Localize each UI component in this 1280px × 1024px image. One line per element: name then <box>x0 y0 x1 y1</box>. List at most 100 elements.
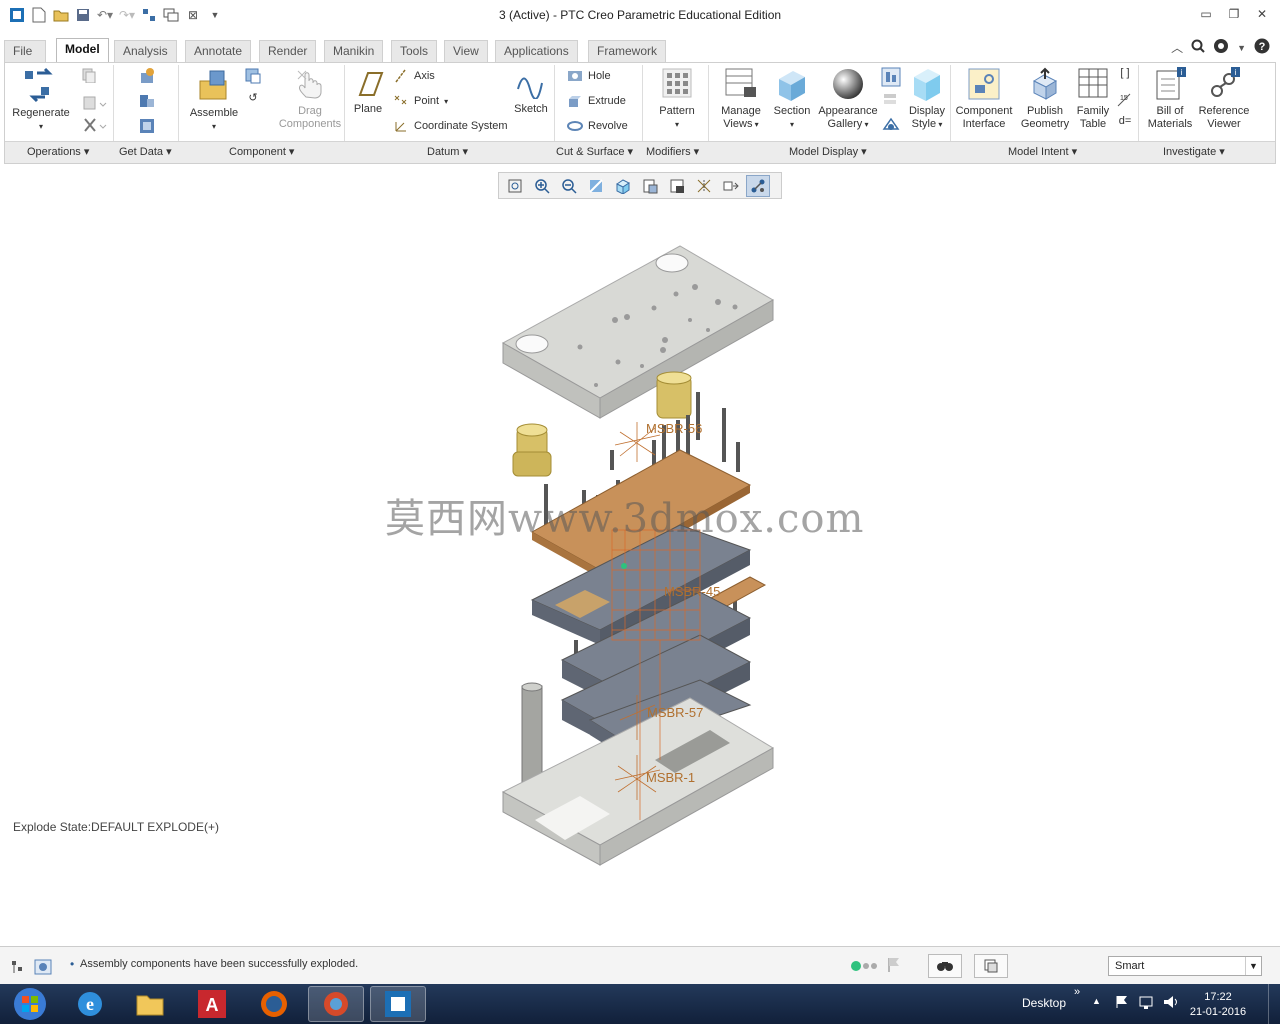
toolbar-expand-icon[interactable]: » <box>1074 986 1080 998</box>
close-icon[interactable]: ✕ <box>1254 6 1270 22</box>
publish-geometry-button[interactable]: Publish Geometry <box>1015 67 1075 131</box>
group-model-display[interactable]: Model Display ▾ <box>789 145 867 158</box>
creo-session-icon[interactable] <box>308 986 364 1022</box>
explode-view-icon[interactable] <box>746 174 770 197</box>
tab-render[interactable]: Render <box>259 40 317 62</box>
tab-tools[interactable]: Tools <box>391 40 438 62</box>
group-datum[interactable]: Datum ▾ <box>427 145 468 158</box>
saved-orientations-icon[interactable] <box>879 67 903 91</box>
regenerate-button[interactable]: Regenerate ▾ <box>9 67 73 133</box>
zoom-out-icon[interactable] <box>557 175 581 197</box>
plane-button[interactable]: Plane <box>349 69 387 116</box>
tab-framework[interactable]: Framework <box>588 40 667 62</box>
regeneration-status-icon[interactable] <box>850 960 878 975</box>
hole-button[interactable]: Hole <box>567 69 611 83</box>
internet-explorer-icon[interactable]: e <box>62 986 118 1022</box>
revolve-button[interactable]: Revolve <box>567 119 628 133</box>
desktop-toolbar-label[interactable]: Desktop <box>1022 996 1066 1010</box>
saved-orientations-toolbar-icon[interactable] <box>638 175 662 197</box>
tab-file[interactable]: File ▾ <box>4 40 46 79</box>
tab-manikin[interactable]: Manikin <box>324 40 384 62</box>
shrinkwrap-icon[interactable] <box>135 117 159 139</box>
repaint-icon[interactable] <box>584 175 608 197</box>
paste-icon[interactable] <box>77 95 113 115</box>
display-style-toolbar-icon[interactable] <box>611 175 635 197</box>
selection-filter-icon[interactable] <box>974 954 1008 978</box>
drag-components-button[interactable]: Drag Components <box>271 67 349 131</box>
copy-geometry-icon[interactable] <box>135 92 159 114</box>
extrude-button[interactable]: Extrude <box>567 94 626 108</box>
group-get-data[interactable]: Get Data ▾ <box>119 145 172 158</box>
top-die-plate[interactable] <box>501 245 775 419</box>
zoom-in-icon[interactable] <box>530 175 554 197</box>
firefox-icon[interactable] <box>246 986 302 1022</box>
reference-viewer-button[interactable]: i Reference Viewer <box>1193 67 1255 131</box>
coordinate-system-button[interactable]: Coordinate System <box>393 119 508 133</box>
group-component[interactable]: Component ▾ <box>229 145 294 158</box>
model-tree-toggle-icon[interactable] <box>10 959 26 978</box>
display-style-button[interactable]: Display Style ▾ <box>901 67 953 131</box>
minimize-icon[interactable]: ▭ <box>1198 6 1214 22</box>
refit-icon[interactable] <box>503 175 527 197</box>
creo-parametric-icon[interactable] <box>370 986 426 1022</box>
assemble-button[interactable]: Assemble ▾ <box>183 67 245 133</box>
chevron-up-icon[interactable]: ︿ <box>1171 39 1183 56</box>
tab-applications[interactable]: Applications <box>495 40 578 62</box>
component-interface-button[interactable]: Component Interface <box>953 67 1015 131</box>
file-explorer-icon[interactable] <box>122 986 178 1022</box>
community-icon[interactable] <box>1213 38 1229 57</box>
group-cut-surface[interactable]: Cut & Surface ▾ <box>556 145 633 158</box>
annotation-display-icon[interactable] <box>719 175 743 197</box>
start-button[interactable] <box>2 986 58 1022</box>
parameters-icon[interactable]: [ ] <box>1113 67 1137 80</box>
find-icon[interactable] <box>928 954 962 978</box>
bill-of-materials-button[interactable]: i Bill of Materials <box>1141 67 1199 131</box>
switch-dimensions-icon[interactable]: 15 <box>1113 92 1137 112</box>
action-center-icon[interactable] <box>1114 994 1130 1013</box>
tab-annotate[interactable]: Annotate <box>185 40 252 62</box>
layers-icon[interactable] <box>879 92 903 112</box>
sketch-button[interactable]: Sketch <box>509 69 553 116</box>
appearance-gallery-button[interactable]: Appearance Gallery ▾ <box>813 67 883 131</box>
view-manager-icon[interactable] <box>665 175 689 197</box>
autocad-icon[interactable]: A <box>184 986 240 1022</box>
search-icon[interactable] <box>1191 39 1205 56</box>
axis-button[interactable]: Axis <box>393 69 435 83</box>
create-component-icon[interactable] <box>241 67 265 89</box>
browser-toggle-icon[interactable] <box>34 959 52 978</box>
show-desktop-button[interactable] <box>1268 984 1280 1024</box>
group-modifiers[interactable]: Modifiers ▾ <box>646 145 699 158</box>
show-hidden-icons[interactable]: ▲ <box>1092 996 1101 1006</box>
clock[interactable]: 17:22 21-01-2016 <box>1188 990 1248 1020</box>
flag-icon[interactable] <box>886 956 902 977</box>
manage-label: Manage <box>721 105 761 117</box>
tab-analysis[interactable]: Analysis <box>114 40 177 62</box>
relations-icon[interactable]: d= <box>1113 115 1137 128</box>
group-operations[interactable]: Operations ▾ <box>27 145 89 158</box>
volume-icon[interactable] <box>1162 994 1180 1013</box>
group-model-intent[interactable]: Model Intent ▾ <box>1008 145 1077 158</box>
family-label: Family <box>1076 105 1110 117</box>
copy-icon[interactable] <box>77 67 101 87</box>
restore-icon[interactable]: ❐ <box>1226 6 1242 22</box>
family-table-button[interactable]: Family Table <box>1071 67 1115 131</box>
dropdown-icon[interactable]: ▼ <box>1237 43 1246 53</box>
guide-bushing-left[interactable] <box>512 423 552 477</box>
manage-views-button[interactable]: Manage Views ▾ <box>713 67 769 131</box>
datum-display-icon[interactable] <box>692 175 716 197</box>
group-investigate[interactable]: Investigate ▾ <box>1163 145 1225 158</box>
perspective-view-icon[interactable] <box>879 115 903 137</box>
point-button[interactable]: Point ▾ <box>393 94 448 108</box>
tab-model[interactable]: Model <box>56 38 109 62</box>
repeat-icon[interactable]: ↺ <box>241 92 265 105</box>
network-icon[interactable] <box>1138 994 1156 1013</box>
selection-filter-dropdown[interactable]: Smart ▼ <box>1108 956 1262 976</box>
pattern-button[interactable]: Pattern ▾ <box>649 67 705 131</box>
graphics-area[interactable]: MSBR-56 MSBR-45 MSBR-57 MSBR-1 莫西网www.3d… <box>0 200 1280 940</box>
help-icon[interactable]: ? <box>1254 38 1270 57</box>
section-button[interactable]: Section ▾ <box>769 67 815 131</box>
guide-bushing-right[interactable] <box>656 371 692 419</box>
delete-icon[interactable] <box>77 117 113 137</box>
user-defined-feature-icon[interactable] <box>135 67 159 89</box>
tab-view[interactable]: View <box>444 40 488 62</box>
